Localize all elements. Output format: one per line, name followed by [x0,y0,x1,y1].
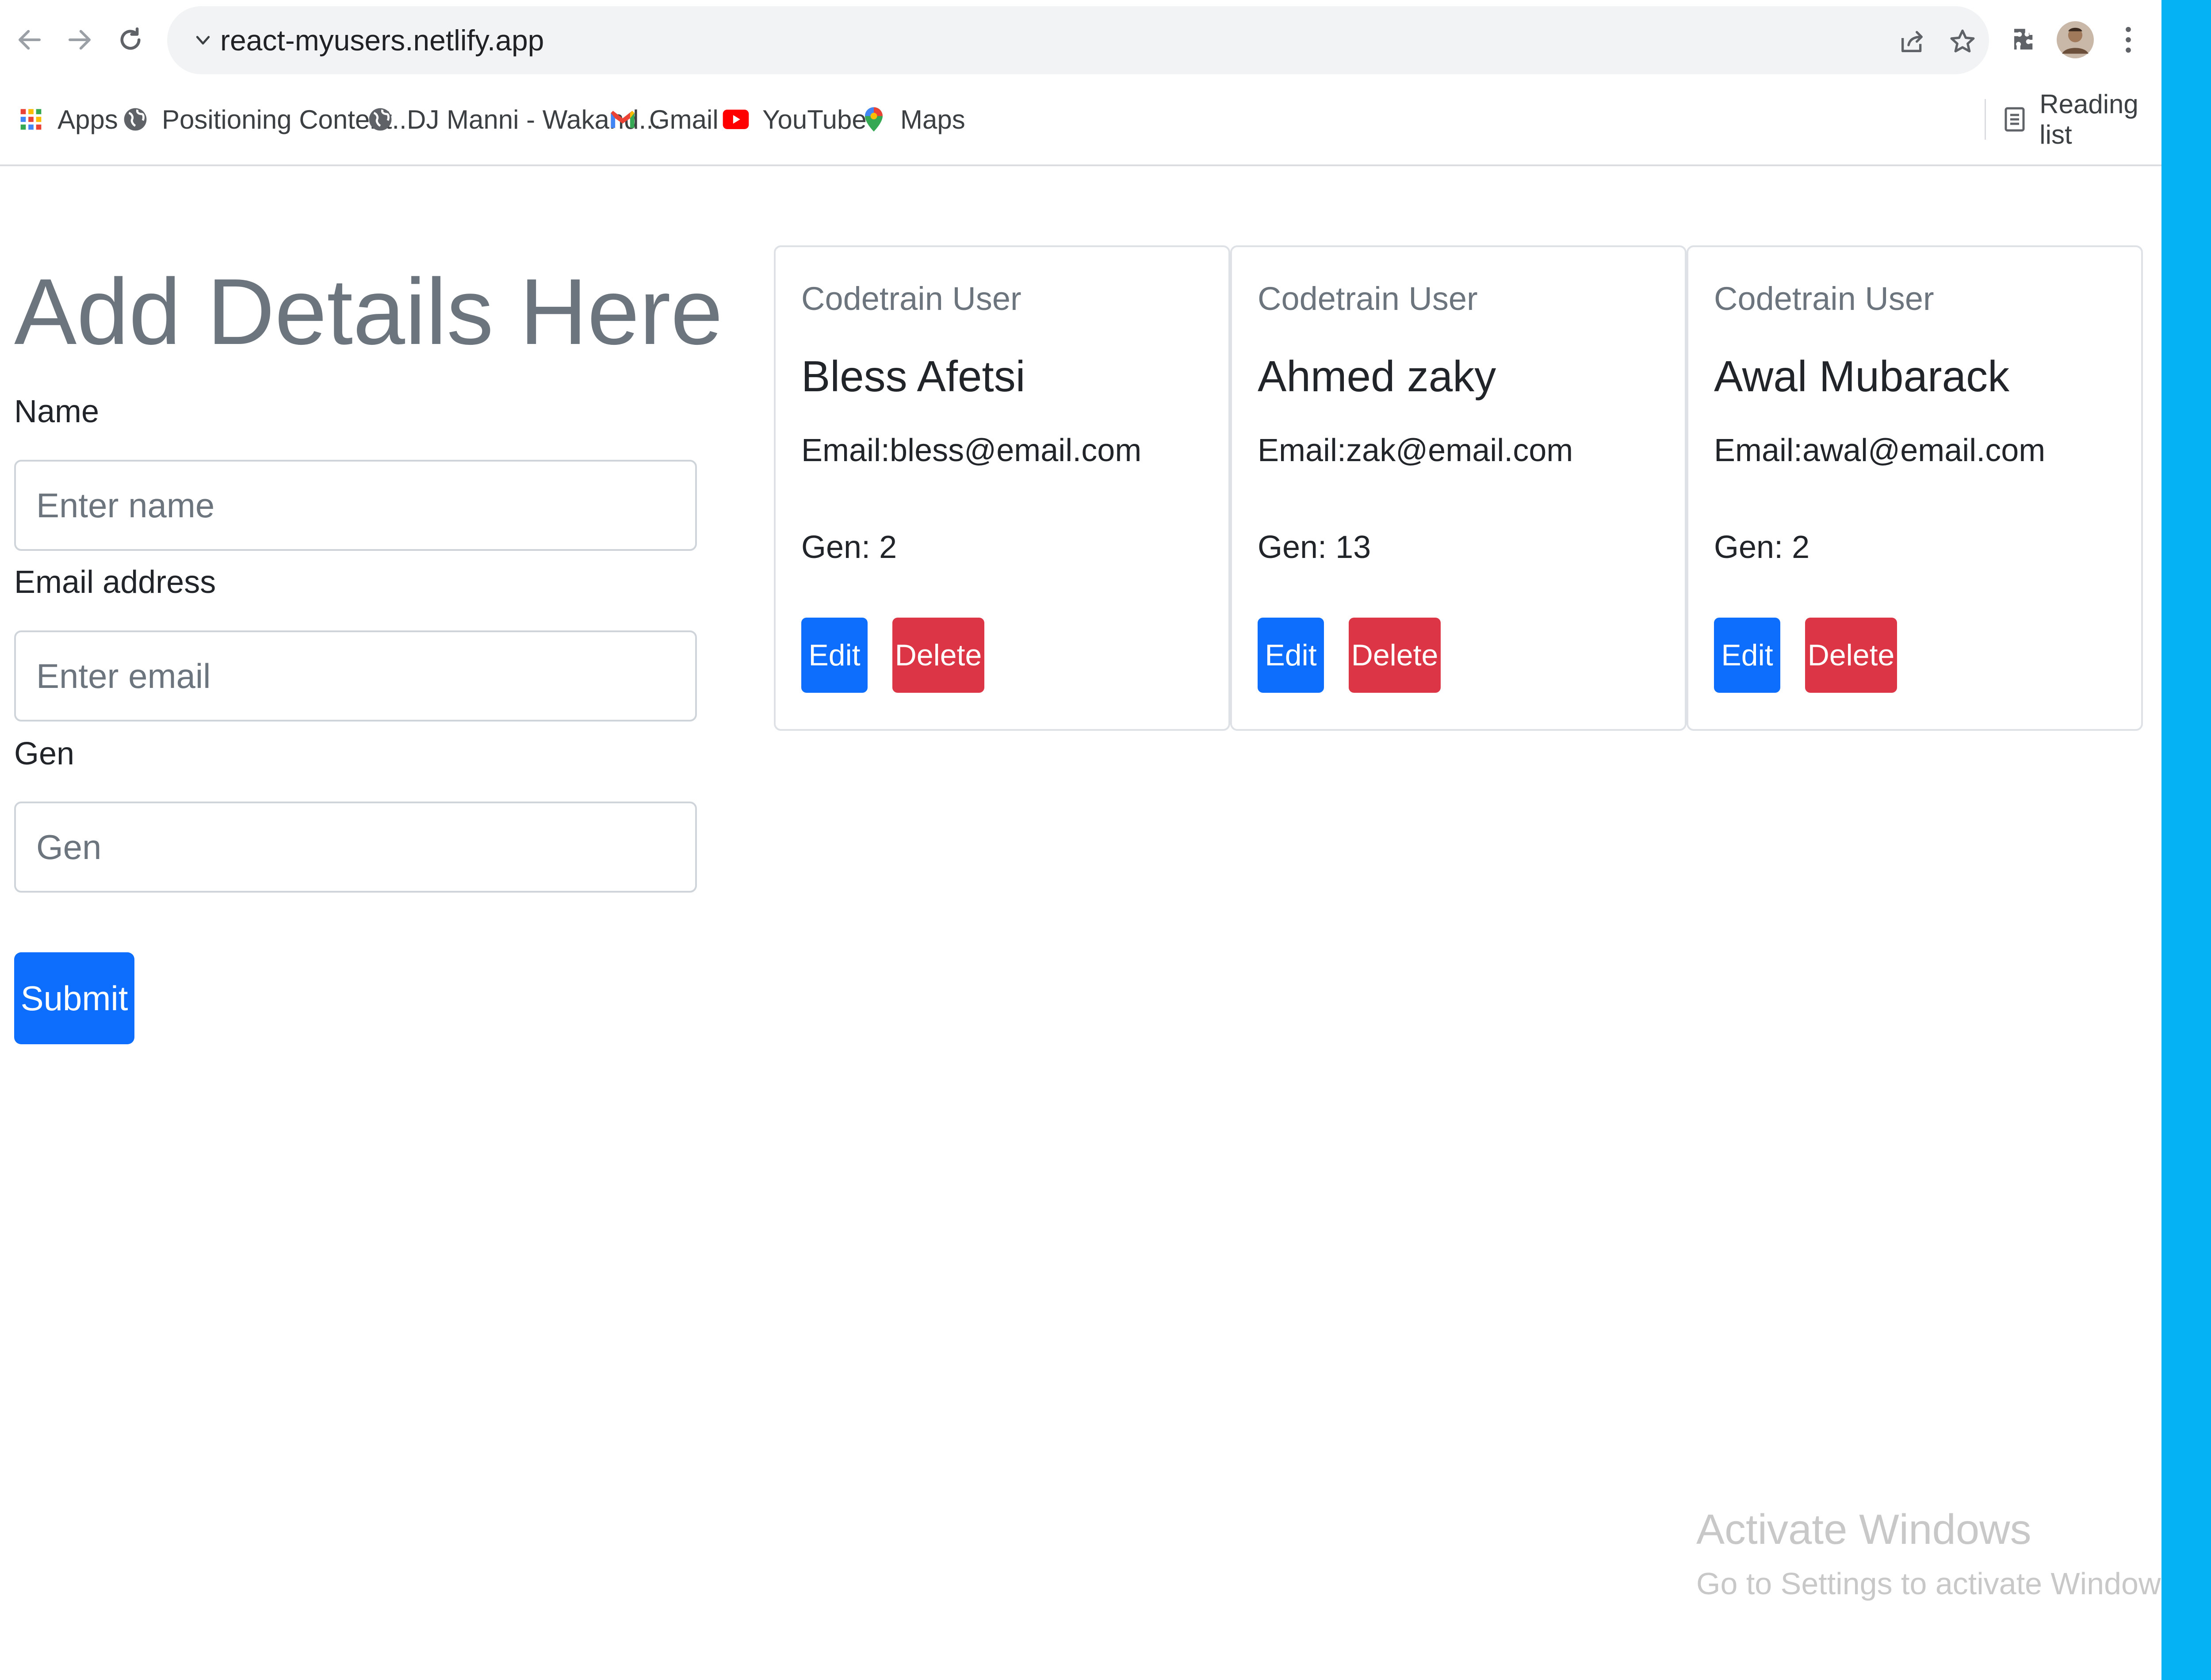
globe-icon [366,105,394,134]
user-card: Codetrain User Awal Mubarack Email:awal@… [1687,245,2143,731]
bookmark-apps[interactable]: Apps [17,93,118,146]
bookmark-label: Maps [900,104,965,134]
submit-button[interactable]: Submit [14,952,134,1044]
bookmark-label: YouTube [762,104,867,134]
toolbar-divider [0,164,2161,166]
bookmark-youtube[interactable]: YouTube [722,93,867,146]
desktop-background [2161,0,2211,1680]
edit-button[interactable]: Edit [801,618,868,693]
bookmark-maps[interactable]: Maps [860,93,965,146]
maps-icon [860,105,888,134]
activate-windows-subtitle: Go to Settings to activate Windows. [1696,1566,2185,1601]
card-user-name: Bless Afetsi [801,352,1025,401]
delete-button[interactable]: Delete [892,618,984,693]
apps-grid-icon [17,105,45,134]
email-label: Email address [14,565,216,600]
more-menu-icon[interactable] [2108,20,2148,60]
user-card: Codetrain User Bless Afetsi Email:bless@… [774,245,1230,731]
reading-list-button[interactable]: Reading list [2002,89,2161,149]
browser-toolbar: react-myusers.netlify.app [0,0,2161,80]
activate-windows-title: Activate Windows [1696,1506,2031,1553]
card-user-email: Email:zak@email.com [1258,433,1573,468]
card-user-name: Ahmed zaky [1258,352,1496,401]
globe-icon [121,105,149,134]
delete-button[interactable]: Delete [1805,618,1897,693]
card-subtitle: Codetrain User [1258,280,1478,317]
back-arrow-icon[interactable] [10,20,50,60]
reading-list-icon [2002,105,2027,134]
user-card: Codetrain User Ahmed zaky Email:zak@emai… [1230,245,1687,731]
bookmark-label: Apps [57,104,118,134]
card-user-gen: Gen: 2 [801,530,897,565]
delete-button[interactable]: Delete [1349,618,1441,693]
screen: react-myusers.netlify.app Apps Positioni… [0,0,2211,1680]
gen-input[interactable] [14,802,697,893]
share-icon[interactable] [1895,25,1929,58]
reading-list-label: Reading list [2039,89,2138,149]
browser-window: react-myusers.netlify.app Apps Positioni… [0,0,2185,1680]
edit-button[interactable]: Edit [1714,618,1780,693]
gen-label: Gen [14,736,75,771]
bookmark-star-icon[interactable] [1946,25,1979,58]
card-user-name: Awal Mubarack [1714,352,2010,401]
name-label: Name [14,394,99,429]
card-user-gen: Gen: 13 [1258,530,1371,565]
reload-icon[interactable] [111,20,150,60]
address-bar[interactable]: react-myusers.netlify.app [167,6,1989,74]
name-input[interactable] [14,460,697,551]
forward-arrow-icon[interactable] [60,20,99,60]
address-url[interactable]: react-myusers.netlify.app [220,6,544,74]
bookmark-label: Gmail [649,104,719,134]
card-user-email: Email:awal@email.com [1714,433,2046,468]
page-title: Add Details Here [14,259,723,364]
extensions-puzzle-icon[interactable] [2004,20,2044,60]
bookmarks-divider [1985,99,1986,140]
chevron-down-icon[interactable] [187,25,218,56]
email-input[interactable] [14,630,697,722]
edit-button[interactable]: Edit [1258,618,1324,693]
avatar[interactable] [2055,20,2095,60]
gmail-icon [608,105,637,134]
youtube-icon [722,105,750,134]
bookmarks-bar: Apps Positioning Content... DJ Manni - W… [0,89,2161,149]
card-user-email: Email:bless@email.com [801,433,1142,468]
card-subtitle: Codetrain User [801,280,1021,317]
card-subtitle: Codetrain User [1714,280,1934,317]
bookmark-gmail[interactable]: Gmail [608,93,719,146]
card-user-gen: Gen: 2 [1714,530,1810,565]
